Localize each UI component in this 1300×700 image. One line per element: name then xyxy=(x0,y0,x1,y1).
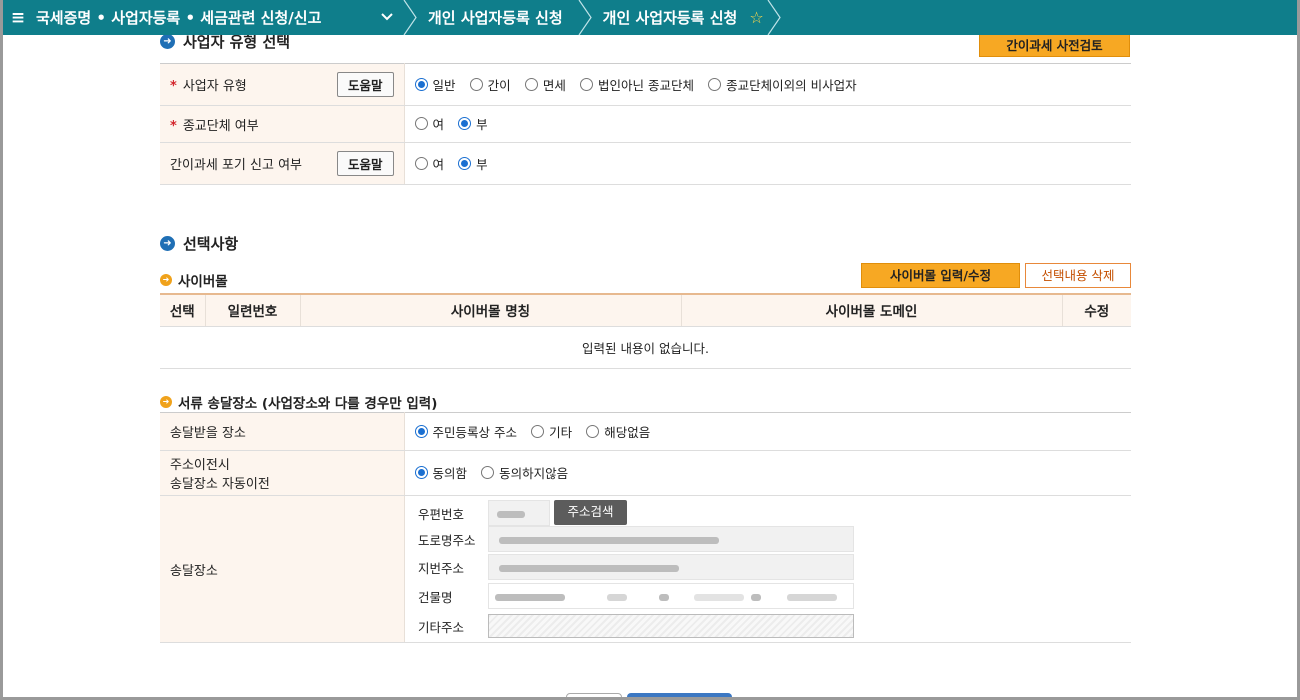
etc-address-label: 기타주소 xyxy=(418,619,465,635)
radio-other[interactable]: 기타 xyxy=(531,422,572,441)
arrow-circle-icon: ➜ xyxy=(160,274,172,286)
radio-group-business-type: 일반 간이 면세 법인아닌 종교단체 종교단체이외의 비사업자 xyxy=(404,63,1131,106)
radio-group-delivery-place: 주민등록상 주소 기타 해당없음 xyxy=(404,412,1131,451)
business-type-table: * 사업자 유형 도움말 일반 간이 면세 법인아닌 종교단체 종교단체이외의 비… xyxy=(160,63,1131,185)
building-input[interactable] xyxy=(488,583,854,609)
radio-circle[interactable] xyxy=(524,77,538,91)
main-menu-label: 국세증명 • 사업자등록 • 세금관련 신청/신고 xyxy=(36,9,322,27)
radio-circle[interactable] xyxy=(458,156,472,170)
radio-circle[interactable] xyxy=(481,466,495,479)
radio-no[interactable]: 부 xyxy=(458,154,488,173)
radio-yes[interactable]: 여 xyxy=(414,114,444,133)
address-search-button[interactable]: 주소검색 xyxy=(554,500,627,525)
radio-yes[interactable]: 여 xyxy=(414,154,444,173)
lot-address-row: 지번주소 xyxy=(418,554,854,580)
radio-circle[interactable] xyxy=(531,424,545,438)
help-button-business-type[interactable]: 도움말 xyxy=(336,72,394,97)
radio-agree[interactable]: 동의함 xyxy=(414,463,467,482)
column-header: 사이버몰 명칭 xyxy=(300,293,682,327)
road-address-input[interactable] xyxy=(488,526,854,552)
column-header: 수정 xyxy=(1062,293,1131,327)
top-nav-bar: ≡ 국세증명 • 사업자등록 • 세금관련 신청/신고 개인 사업자등록 신청 … xyxy=(0,0,1300,35)
radio-circle[interactable] xyxy=(708,77,722,91)
radio-not-applicable[interactable]: 해당없음 xyxy=(586,422,650,441)
radio-resident-address[interactable]: 주민등록상 주소 xyxy=(414,422,517,441)
radio-disagree[interactable]: 동의하지않음 xyxy=(481,463,568,482)
empty-message: 입력된 내용이 없습니다. xyxy=(160,326,1131,369)
postcode-input[interactable] xyxy=(488,500,550,526)
radio-group-religious-org: 여 부 xyxy=(404,105,1131,143)
column-header: 일련번호 xyxy=(205,293,301,327)
column-header: 선택 xyxy=(160,293,206,327)
help-button-simplified-waiver[interactable]: 도움말 xyxy=(336,151,394,176)
label-delivery-place: 송달받을 장소 xyxy=(160,412,405,451)
radio-simplified[interactable]: 간이 xyxy=(469,75,511,94)
radio-circle[interactable] xyxy=(579,77,593,91)
menu-icon[interactable]: ≡ xyxy=(0,8,36,28)
radio-circle[interactable] xyxy=(469,77,483,91)
label-business-type: * 사업자 유형 도움말 xyxy=(160,63,405,106)
simplified-tax-precheck-button[interactable]: 간이과세 사전검토 xyxy=(979,34,1130,57)
column-header: 사이버몰 도메인 xyxy=(681,293,1063,327)
radio-circle[interactable] xyxy=(414,117,428,130)
cybermall-table: 선택 일련번호 사이버몰 명칭 사이버몰 도메인 수정 입력된 내용이 없습니다… xyxy=(160,293,1131,369)
radio-exempt[interactable]: 면세 xyxy=(524,75,566,94)
radio-circle[interactable] xyxy=(414,424,428,438)
breadcrumb-separator-icon xyxy=(766,0,784,35)
chevron-down-icon[interactable] xyxy=(372,10,402,25)
radio-circle[interactable] xyxy=(414,77,428,91)
radio-non-business[interactable]: 종교단체이외의 비사업자 xyxy=(708,75,857,94)
label-delivery-address: 송달장소 xyxy=(160,495,405,643)
etc-address-row: 기타주소 xyxy=(418,614,854,638)
label-religious-org: * 종교단체 여부 xyxy=(160,105,405,143)
radio-circle[interactable] xyxy=(414,466,428,479)
radio-group-auto-transfer: 동의함 동의하지않음 xyxy=(404,450,1131,496)
breadcrumb-separator-icon xyxy=(577,0,595,35)
radio-general[interactable]: 일반 xyxy=(414,75,456,94)
breadcrumb-item-2: 개인 사업자등록 신청 xyxy=(602,9,738,27)
label-auto-transfer: 주소이전시 송달장소 자동이전 xyxy=(160,450,405,496)
lot-address-label: 지번주소 xyxy=(418,560,465,576)
section-title-optional: ➜ 선택사항 xyxy=(160,233,238,254)
arrow-circle-icon: ➜ xyxy=(160,396,172,408)
main-menu-selector[interactable]: 국세증명 • 사업자등록 • 세금관련 신청/신고 xyxy=(36,7,402,28)
favorite-star-icon[interactable]: ☆ xyxy=(749,8,763,27)
etc-address-input[interactable] xyxy=(488,614,854,638)
required-mark: * xyxy=(170,118,177,134)
building-label: 건물명 xyxy=(418,589,453,605)
road-address-row: 도로명주소 xyxy=(418,526,854,552)
radio-circle[interactable] xyxy=(586,424,600,438)
lot-address-input[interactable] xyxy=(488,554,854,580)
road-address-label: 도로명주소 xyxy=(418,532,476,548)
cybermall-input-button[interactable]: 사이버몰 입력/수정 xyxy=(861,263,1020,288)
label-simplified-waiver: 간이과세 포기 신고 여부 도움말 xyxy=(160,142,405,185)
subsection-title-delivery: ➜ 서류 송달장소 (사업장소와 다를 경우만 입력) xyxy=(160,392,437,412)
breadcrumb-item-1[interactable]: 개인 사업자등록 신청 xyxy=(420,7,571,28)
bottom-secondary-button[interactable] xyxy=(566,693,622,700)
radio-circle[interactable] xyxy=(458,117,472,130)
arrow-circle-icon: ➜ xyxy=(160,236,175,251)
radio-religious-org[interactable]: 법인아닌 종교단체 xyxy=(579,75,694,94)
subsection-title-cybermall: ➜ 사이버몰 xyxy=(160,270,228,290)
building-row: 건물명 xyxy=(418,583,854,609)
radio-group-simplified-waiver: 여 부 xyxy=(404,142,1131,185)
delete-selection-button[interactable]: 선택내용 삭제 xyxy=(1025,263,1131,288)
breadcrumb-separator-icon xyxy=(402,0,420,35)
arrow-circle-icon: ➜ xyxy=(160,34,175,49)
postcode-row: 우편번호 xyxy=(418,500,550,526)
postcode-label: 우편번호 xyxy=(418,506,465,522)
radio-circle[interactable] xyxy=(414,156,428,170)
bottom-primary-button[interactable] xyxy=(627,693,732,700)
required-mark: * xyxy=(170,79,177,94)
radio-no[interactable]: 부 xyxy=(458,114,488,133)
